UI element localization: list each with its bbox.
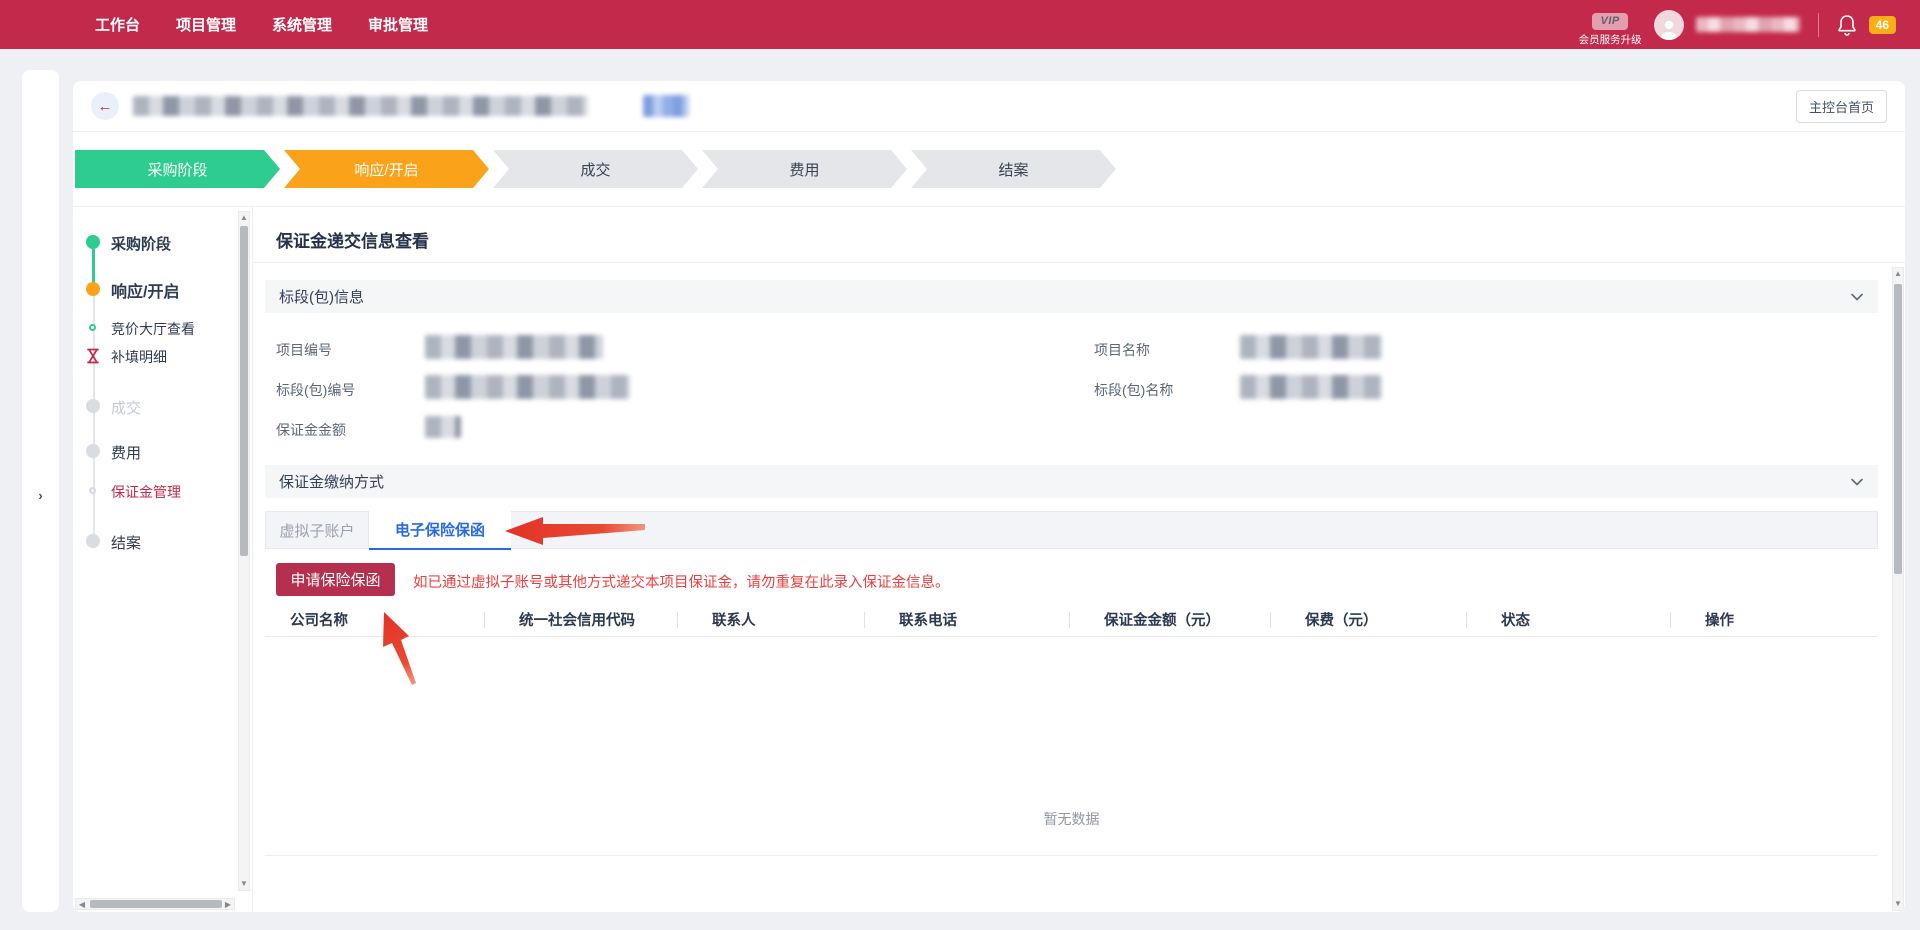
nav-item-system-management[interactable]: 系统管理 (272, 14, 332, 35)
column-credit-code: 统一社会信用代码 (484, 603, 677, 636)
step-close[interactable]: 结案 (911, 150, 1116, 188)
sidebar-vertical-scrollbar[interactable]: ▲ ▼ (238, 211, 250, 891)
scroll-right-icon[interactable]: ▶ (224, 900, 232, 909)
scroll-down-icon[interactable]: ▼ (239, 880, 249, 888)
back-arrow-icon: ← (98, 98, 113, 115)
page-title: 保证金递交信息查看 (276, 227, 429, 252)
step-procurement[interactable]: 采购阶段 (75, 150, 280, 188)
table-bottom-border (265, 855, 1878, 856)
dot-response-open (86, 282, 100, 296)
scrollbar-thumb[interactable] (1894, 284, 1902, 574)
label-package-number: 标段(包)编号 (276, 380, 355, 400)
scroll-up-icon[interactable]: ▲ (239, 214, 249, 222)
section-payment-method: 保证金缴纳方式 (265, 465, 1878, 498)
ring-bidding-hall (89, 324, 96, 331)
value-package-number-redacted (425, 375, 630, 399)
tab-electronic-insurance-letter[interactable]: 电子保险保函 (369, 511, 511, 550)
value-project-name-redacted (1240, 335, 1382, 359)
section-title: 保证金缴纳方式 (279, 471, 1850, 492)
notification-bell-icon[interactable] (1837, 14, 1857, 36)
page-header: ← 主控台首页 (73, 81, 1905, 131)
dot-fee (86, 444, 100, 458)
expand-panel-chevron-icon[interactable]: › (22, 488, 59, 503)
tab-virtual-subaccount[interactable]: 虚拟子账户 (266, 512, 369, 548)
scroll-up-icon[interactable]: ▲ (1893, 270, 1903, 278)
nav-item-approval-management[interactable]: 审批管理 (368, 14, 428, 35)
sidebar-item-fill-details[interactable]: 补填明细 (111, 347, 167, 367)
back-button[interactable]: ← (91, 92, 119, 120)
step-fee[interactable]: 费用 (702, 150, 907, 188)
vip-caption: 会员服务升级 (1579, 32, 1642, 47)
table-empty-state: 暂无数据 (265, 809, 1878, 829)
apply-insurance-letter-button[interactable]: 申请保险保函 (276, 563, 395, 596)
column-contact: 联系人 (677, 603, 864, 636)
column-company-name: 公司名称 (265, 603, 484, 636)
value-package-name-redacted (1240, 375, 1382, 399)
dot-deal (86, 399, 100, 413)
navbar-divider (1818, 13, 1819, 37)
label-project-name: 项目名称 (1094, 340, 1150, 360)
label-package-name: 标段(包)名称 (1094, 380, 1173, 400)
main-panel: 保证金递交信息查看 标段(包)信息 项目编号 项目名称 标段(包)编号 标段(包… (253, 207, 1905, 912)
column-deposit-amount: 保证金金额（元） (1069, 603, 1270, 636)
column-status: 状态 (1466, 603, 1670, 636)
console-home-button[interactable]: 主控台首页 (1796, 90, 1887, 123)
stage-sidebar: 采购阶段 响应/开启 竞价大厅查看 补填明细 成交 费用 保证金管理 结案 ▲ … (73, 207, 253, 912)
sidebar-horizontal-scrollbar[interactable]: ◀ ▶ (75, 898, 235, 910)
ring-deposit-management (89, 487, 96, 494)
title-divider (253, 262, 1905, 263)
dot-procurement (86, 235, 100, 249)
username-redacted[interactable] (1696, 17, 1800, 32)
sidebar-item-deal[interactable]: 成交 (111, 397, 141, 418)
collapse-chevron-icon[interactable] (1850, 290, 1864, 304)
step-deal[interactable]: 成交 (493, 150, 698, 188)
step-response-open[interactable]: 响应/开启 (284, 150, 489, 188)
sidebar-item-response-open[interactable]: 响应/开启 (111, 278, 179, 302)
sidebar-item-fee[interactable]: 费用 (111, 442, 141, 463)
vip-upgrade[interactable]: VIP 会员服务升级 (1579, 13, 1642, 47)
scrollbar-thumb[interactable] (240, 226, 248, 556)
column-phone: 联系电话 (864, 603, 1069, 636)
nav-item-project-management[interactable]: 项目管理 (176, 14, 236, 35)
project-title-redacted (133, 96, 588, 116)
collapsed-panel: › (22, 70, 59, 912)
scroll-down-icon[interactable]: ▼ (1893, 900, 1903, 908)
main-menu: 工作台 项目管理 系统管理 审批管理 (95, 0, 428, 49)
hourglass-icon (86, 348, 100, 364)
value-deposit-amount-redacted (425, 416, 461, 438)
person-icon (1659, 18, 1679, 40)
scrollbar-thumb[interactable] (90, 900, 222, 908)
section-bid-info: 标段(包)信息 (265, 280, 1878, 313)
user-avatar[interactable] (1654, 10, 1684, 40)
status-tag-redacted (643, 95, 689, 117)
navbar-right-cluster: VIP 会员服务升级 46 (1579, 0, 1896, 49)
sidebar-item-bidding-hall[interactable]: 竞价大厅查看 (111, 319, 195, 339)
main-vertical-scrollbar[interactable]: ▲ ▼ (1892, 267, 1904, 911)
content-card: ← 主控台首页 采购阶段 响应/开启 成交 费用 结案 采购阶段 (73, 81, 1905, 912)
stage-step-bar: 采购阶段 响应/开启 成交 费用 结案 (73, 132, 1905, 207)
sidebar-item-close[interactable]: 结案 (111, 532, 141, 553)
notification-count-badge[interactable]: 46 (1869, 16, 1896, 34)
sidebar-item-procurement[interactable]: 采购阶段 (111, 233, 171, 254)
section-title: 标段(包)信息 (279, 286, 1850, 307)
nav-item-workbench[interactable]: 工作台 (95, 14, 140, 35)
dot-close (86, 534, 100, 548)
payment-tabs: 虚拟子账户 电子保险保函 (265, 511, 1878, 549)
collapse-chevron-icon[interactable] (1850, 475, 1864, 489)
vip-icon: VIP (1592, 13, 1628, 30)
column-premium: 保费（元） (1270, 603, 1466, 636)
column-actions: 操作 (1670, 603, 1878, 636)
value-project-number-redacted (425, 335, 603, 359)
label-deposit-amount: 保证金金额 (276, 420, 346, 440)
top-navbar: 工作台 项目管理 系统管理 审批管理 VIP 会员服务升级 46 (0, 0, 1920, 49)
letters-table-header: 公司名称 统一社会信用代码 联系人 联系电话 保证金金额（元） 保费（元） 状态… (265, 603, 1878, 637)
label-project-number: 项目编号 (276, 340, 332, 360)
sidebar-item-deposit-management[interactable]: 保证金管理 (111, 482, 181, 502)
duplicate-deposit-warning: 如已通过虚拟子账号或其他方式递交本项目保证金，请勿重复在此录入保证金信息。 (413, 571, 950, 592)
scroll-left-icon[interactable]: ◀ (78, 900, 86, 909)
